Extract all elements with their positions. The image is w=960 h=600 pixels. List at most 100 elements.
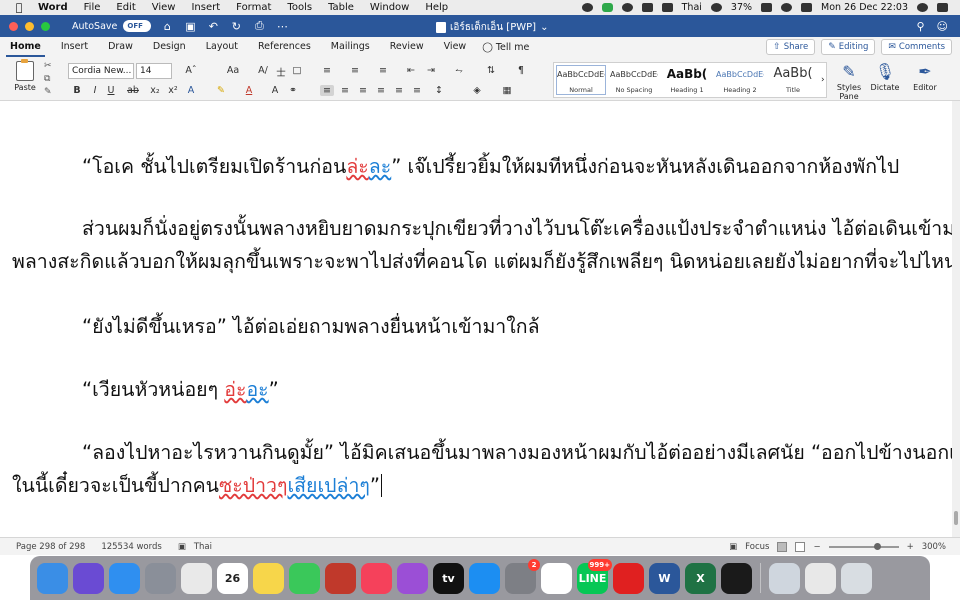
- borders-icon[interactable]: ▦: [500, 85, 514, 96]
- dock-calendar-icon[interactable]: 26: [217, 562, 248, 594]
- align-left-icon[interactable]: ≡: [320, 85, 334, 96]
- more-commands-icon[interactable]: ⋯: [275, 20, 289, 33]
- wifi-icon[interactable]: [710, 3, 722, 12]
- show-formatting-icon[interactable]: ¶: [514, 65, 528, 76]
- control-center-icon[interactable]: [801, 3, 813, 12]
- dock-acrobat-icon[interactable]: [613, 562, 644, 594]
- menu-table[interactable]: Table: [328, 2, 354, 13]
- dock-downloads-icon[interactable]: [805, 562, 836, 594]
- minimize-window-button[interactable]: [25, 21, 34, 31]
- display-icon[interactable]: [661, 3, 673, 12]
- cut-icon[interactable]: ✂: [44, 61, 52, 71]
- autosave-toggle[interactable]: OFF: [123, 20, 152, 32]
- time-machine-icon[interactable]: [621, 3, 633, 12]
- dock-chrome-icon[interactable]: [181, 562, 212, 594]
- dock-photo-booth-icon[interactable]: [325, 562, 356, 594]
- dock-launchpad-icon[interactable]: [145, 562, 176, 594]
- dock-notes-icon[interactable]: [253, 562, 284, 594]
- document-title-area[interactable]: เอิร์ธเด็กเอ็น [PWP] ⌄: [436, 20, 548, 35]
- dock-preview-icon[interactable]: [769, 562, 800, 594]
- menu-help[interactable]: Help: [425, 2, 448, 13]
- share-button[interactable]: ⇧ Share: [766, 39, 816, 55]
- dock-music-icon[interactable]: [361, 562, 392, 594]
- tell-me-box[interactable]: ◯ Tell me: [476, 42, 529, 53]
- underline-icon[interactable]: U: [104, 85, 118, 96]
- menu-edit[interactable]: Edit: [116, 2, 135, 13]
- save-icon[interactable]: ▣: [183, 20, 197, 33]
- style-heading-1[interactable]: AaBb( Heading 1: [662, 65, 712, 95]
- bold-icon[interactable]: B: [70, 85, 84, 96]
- character-shading-icon[interactable]: A: [268, 85, 282, 96]
- tab-layout[interactable]: Layout: [196, 37, 248, 57]
- language[interactable]: Thai: [194, 542, 212, 552]
- menu-window[interactable]: Window: [370, 2, 409, 13]
- dock-line-icon[interactable]: LINE 999+: [577, 558, 612, 594]
- italic-icon[interactable]: I: [88, 85, 102, 96]
- zoom-window-button[interactable]: [41, 21, 50, 31]
- focus-icon[interactable]: ▣: [729, 542, 737, 552]
- zoom-level[interactable]: 300%: [922, 542, 946, 552]
- chevron-right-icon[interactable]: ›: [821, 75, 825, 85]
- highlight-icon[interactable]: ✎: [214, 85, 228, 96]
- web-layout-view-button[interactable]: [795, 541, 806, 552]
- home-icon[interactable]: ⌂: [160, 20, 174, 33]
- tab-insert[interactable]: Insert: [51, 37, 98, 57]
- character-border-icon[interactable]: □: [290, 65, 304, 76]
- style-heading-2[interactable]: AaBbCcDdEe Heading 2: [715, 65, 765, 95]
- account-icon[interactable]: ☺: [937, 20, 948, 33]
- dock-app-store-icon[interactable]: [469, 562, 500, 594]
- proofing-icon[interactable]: ▣: [178, 542, 186, 552]
- word-count[interactable]: 125534 words: [101, 542, 161, 552]
- menu-file[interactable]: File: [84, 2, 101, 13]
- tab-references[interactable]: References: [248, 37, 321, 57]
- creative-cloud-icon[interactable]: [581, 3, 593, 12]
- apple-menu-icon[interactable]: : [12, 1, 26, 14]
- thai-distributed-icon[interactable]: ≡: [410, 85, 424, 96]
- styles-pane-button[interactable]: ✎ Styles Pane: [832, 61, 866, 101]
- battery-percent[interactable]: 37%: [731, 2, 752, 13]
- font-color-icon[interactable]: A: [242, 85, 256, 96]
- dock-system-preferences-icon[interactable]: 2: [505, 558, 540, 594]
- menu-insert[interactable]: Insert: [191, 2, 220, 13]
- app-menu-word[interactable]: Word: [38, 2, 68, 13]
- shading-icon[interactable]: ◈: [470, 85, 484, 96]
- page-count[interactable]: Page 298 of 298: [16, 542, 85, 552]
- scrollbar-thumb[interactable]: [954, 511, 958, 525]
- menu-tools[interactable]: Tools: [287, 2, 312, 13]
- paste-button[interactable]: Paste: [8, 59, 42, 92]
- align-center-icon[interactable]: ≡: [338, 85, 352, 96]
- line-spacing-icon[interactable]: ↕: [432, 85, 446, 96]
- tab-review[interactable]: Review: [380, 37, 434, 57]
- editing-mode-button[interactable]: ✎ Editing: [821, 39, 876, 55]
- close-window-button[interactable]: [9, 21, 18, 31]
- numbering-icon[interactable]: ≡: [348, 65, 362, 76]
- print-icon[interactable]: ⎙: [252, 19, 266, 33]
- focus-label[interactable]: Focus: [745, 542, 769, 552]
- flagged-word[interactable]: ละ: [369, 155, 391, 178]
- dictate-button[interactable]: 🎙 Dictate: [868, 61, 902, 92]
- dock-kindle-icon[interactable]: [721, 562, 752, 594]
- line-icon[interactable]: [601, 3, 613, 12]
- flagged-word[interactable]: อะ: [246, 378, 268, 401]
- tab-home[interactable]: Home: [0, 37, 51, 57]
- print-layout-view-button[interactable]: [777, 541, 788, 552]
- menu-view[interactable]: View: [152, 2, 176, 13]
- sort-icon[interactable]: ⇅: [484, 65, 498, 76]
- clock[interactable]: Mon 26 Dec 22:03: [821, 2, 908, 13]
- input-source[interactable]: Thai: [682, 2, 702, 13]
- dock-excel-icon[interactable]: X: [685, 562, 716, 594]
- justify-icon[interactable]: ≡: [374, 85, 388, 96]
- increase-indent-icon[interactable]: ⇥: [424, 65, 438, 76]
- tab-view[interactable]: View: [434, 37, 477, 57]
- format-painter-icon[interactable]: ✎: [44, 87, 52, 97]
- text-direction-icon[interactable]: ⥊: [452, 65, 466, 76]
- grow-font-icon[interactable]: Aˆ: [180, 65, 202, 76]
- change-case-icon[interactable]: Aa: [222, 65, 244, 76]
- distributed-icon[interactable]: ≡: [392, 85, 406, 96]
- dock-facetime-icon[interactable]: [289, 562, 320, 594]
- subscript-icon[interactable]: x₂: [148, 85, 162, 96]
- tab-draw[interactable]: Draw: [98, 37, 143, 57]
- dock-finder-icon[interactable]: [37, 562, 68, 594]
- superscript-icon[interactable]: x²: [166, 85, 180, 96]
- enclose-character-icon[interactable]: ⚭: [286, 85, 300, 96]
